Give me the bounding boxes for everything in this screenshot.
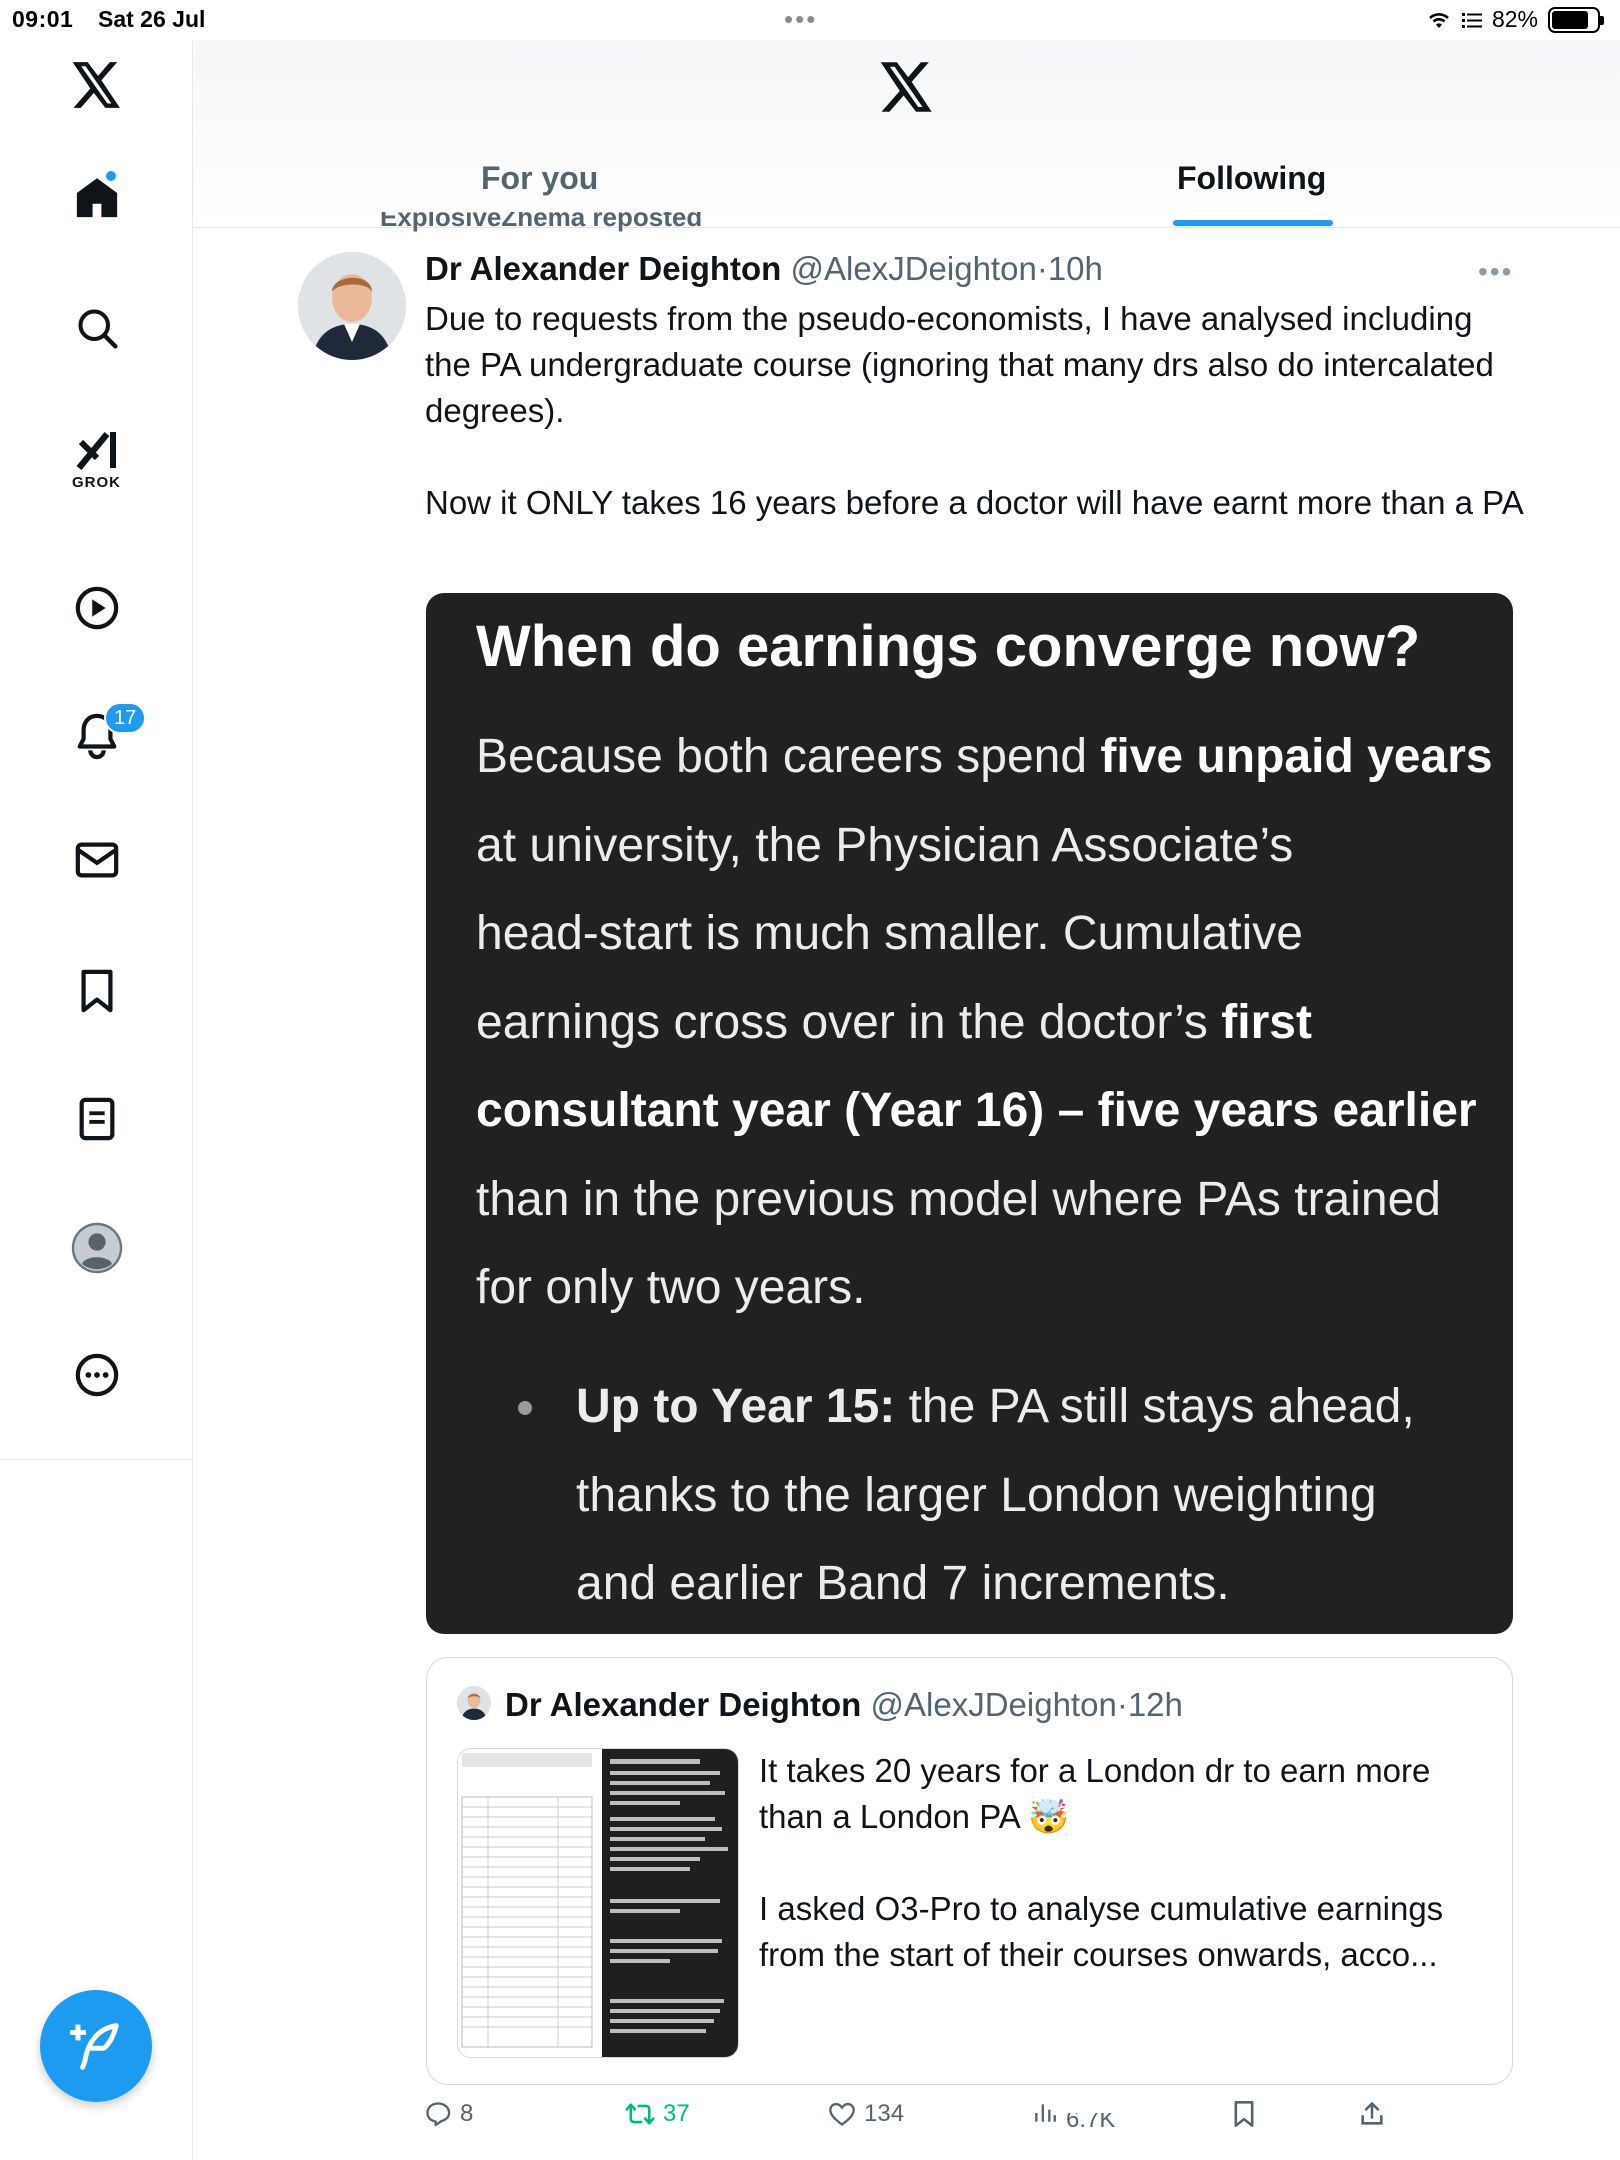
battery-percent: 82% (1491, 6, 1538, 32)
play-icon (75, 586, 118, 630)
media-body: Because both careers spend five unpaid y… (476, 713, 1513, 1333)
reply-button[interactable]: 8 (424, 2100, 473, 2128)
meta-separator: · (1036, 250, 1048, 287)
media-line: Up to Year 15: the PA still stays ahead, (576, 1380, 1415, 1433)
status-time: 09:01 (12, 6, 74, 32)
quoted-author-handle: @AlexJDeighton (870, 1686, 1117, 1723)
meta-separator: · (1116, 1686, 1128, 1723)
sidebar-x-logo[interactable] (0, 62, 193, 108)
post-paragraph: Now it ONLY takes 16 years before a doct… (425, 484, 1524, 521)
media-line: thanks to the larger London weighting (576, 1468, 1377, 1522)
multitasking-dots-icon[interactable]: ••• (784, 4, 817, 35)
compose-button[interactable] (40, 1990, 152, 2102)
views-count: 6.7K (1066, 2113, 1116, 2133)
sidebar-item-notifications[interactable]: 17 (0, 702, 193, 760)
profile-icon (71, 1222, 122, 1274)
author-avatar[interactable] (298, 252, 406, 360)
bullet-dot (518, 1401, 532, 1415)
heart-icon (829, 2102, 855, 2126)
status-bar: 09:01 Sat 26 Jul ••• 82% (0, 0, 1620, 40)
focus-list-icon (1461, 12, 1482, 28)
repost-count: 37 (663, 2100, 690, 2127)
repost-button[interactable]: 37 (625, 2100, 690, 2128)
author-handle[interactable]: @AlexJDeighton (791, 250, 1037, 287)
post-paragraph: Due to requests from the pseudo-economis… (425, 300, 1494, 429)
repost-indicator: ExplosiveZhema reposted (380, 212, 703, 232)
media-line: and earlier Band 7 increments. (576, 1557, 1230, 1610)
bookmark-icon (1234, 2101, 1254, 2127)
wifi-icon (1429, 12, 1449, 28)
sidebar-divider (0, 1459, 193, 1460)
bookmark-button[interactable] (1232, 2100, 1256, 2128)
x-logo-icon (880, 62, 932, 112)
media-line: Because both careers spend five unpaid y… (476, 730, 1493, 783)
grok-icon (76, 431, 116, 471)
quoted-text: It takes 20 years for a London dr to ear… (759, 1748, 1479, 1978)
quoted-paragraph: I asked O3-Pro to analyse cumulative ear… (759, 1890, 1444, 1973)
media-line: than in the previous model where PAs tra… (476, 1172, 1441, 1226)
timeline-header: For you Following (194, 40, 1620, 228)
status-date: Sat 26 Jul (98, 6, 206, 32)
quoted-paragraph: It takes 20 years for a London dr to ear… (759, 1752, 1431, 1835)
media-title: When do earnings converge now? (476, 614, 1421, 679)
compose-icon (70, 2023, 119, 2070)
sidebar-item-bookmarks[interactable] (0, 968, 193, 1014)
more-icon (75, 1353, 118, 1397)
sidebar-item-grok[interactable]: GROK (0, 428, 193, 491)
post-text: Due to requests from the pseudo-economis… (425, 296, 1525, 526)
like-button[interactable]: 134 (828, 2100, 904, 2128)
post-more-icon[interactable]: ••• (1478, 256, 1513, 288)
media-line: earnings cross over in the doctor’s firs… (476, 995, 1312, 1049)
quoted-author-name: Dr Alexander Deighton (505, 1686, 862, 1723)
media-line: consultant year (Year 16) – five years e… (476, 1084, 1477, 1137)
post-time[interactable]: 10h (1048, 250, 1103, 287)
repost-icon (625, 2103, 655, 2125)
quoted-time: 12h (1127, 1686, 1183, 1723)
quoted-author-avatar (457, 1686, 491, 1720)
search-icon (77, 309, 118, 349)
author-name[interactable]: Dr Alexander Deighton (425, 250, 781, 287)
quoted-tweet[interactable]: Dr Alexander Deighton @AlexJDeighton·12h (426, 1657, 1513, 2085)
share-icon (1361, 2102, 1383, 2125)
quoted-header: Dr Alexander Deighton @AlexJDeighton·12h (505, 1686, 1183, 1724)
sidebar: GROK 17 (0, 40, 193, 2160)
tab-active-underline (1173, 220, 1333, 226)
battery-icon (1548, 6, 1604, 33)
sidebar-item-search[interactable] (0, 306, 193, 350)
mail-icon (75, 842, 118, 878)
sidebar-item-profile[interactable] (0, 1222, 193, 1274)
x-logo-icon (72, 62, 120, 108)
sidebar-item-more[interactable] (0, 1352, 193, 1398)
media-bullet: Up to Year 15: the PA still stays ahead,… (576, 1363, 1513, 1629)
quoted-media-thumbnail[interactable] (457, 1748, 739, 2058)
tab-for-you[interactable]: For you (481, 160, 598, 197)
sidebar-item-articles[interactable] (0, 1096, 193, 1142)
post-actions: 8 37 134 6.7K (420, 2100, 1520, 2144)
reply-count: 8 (460, 2100, 474, 2127)
tab-following[interactable]: Following (1177, 160, 1326, 197)
home-unread-dot (104, 169, 118, 183)
header-x-logo[interactable] (880, 62, 934, 117)
share-button[interactable] (1358, 2100, 1386, 2128)
sidebar-item-videos[interactable] (0, 585, 193, 631)
post-header: Dr Alexander Deighton @AlexJDeighton·10h (425, 250, 1103, 288)
bookmark-icon (80, 969, 113, 1013)
grok-label: GROK (72, 474, 121, 491)
media-line: head-start is much smaller. Cumulative (476, 907, 1303, 960)
views-icon (1035, 2104, 1056, 2122)
article-icon (79, 1097, 114, 1141)
views-button[interactable]: 6.7K (1032, 2100, 1115, 2132)
media-line: for only two years. (476, 1261, 866, 1314)
sidebar-item-messages[interactable] (0, 840, 193, 880)
like-count: 134 (864, 2100, 905, 2127)
reply-icon (426, 2102, 451, 2127)
notifications-badge: 17 (104, 702, 147, 734)
post-media-image[interactable]: When do earnings converge now? Because b… (426, 593, 1513, 1634)
sidebar-item-home[interactable] (0, 169, 193, 221)
media-line: at university, the Physician Associate’s (476, 818, 1294, 872)
